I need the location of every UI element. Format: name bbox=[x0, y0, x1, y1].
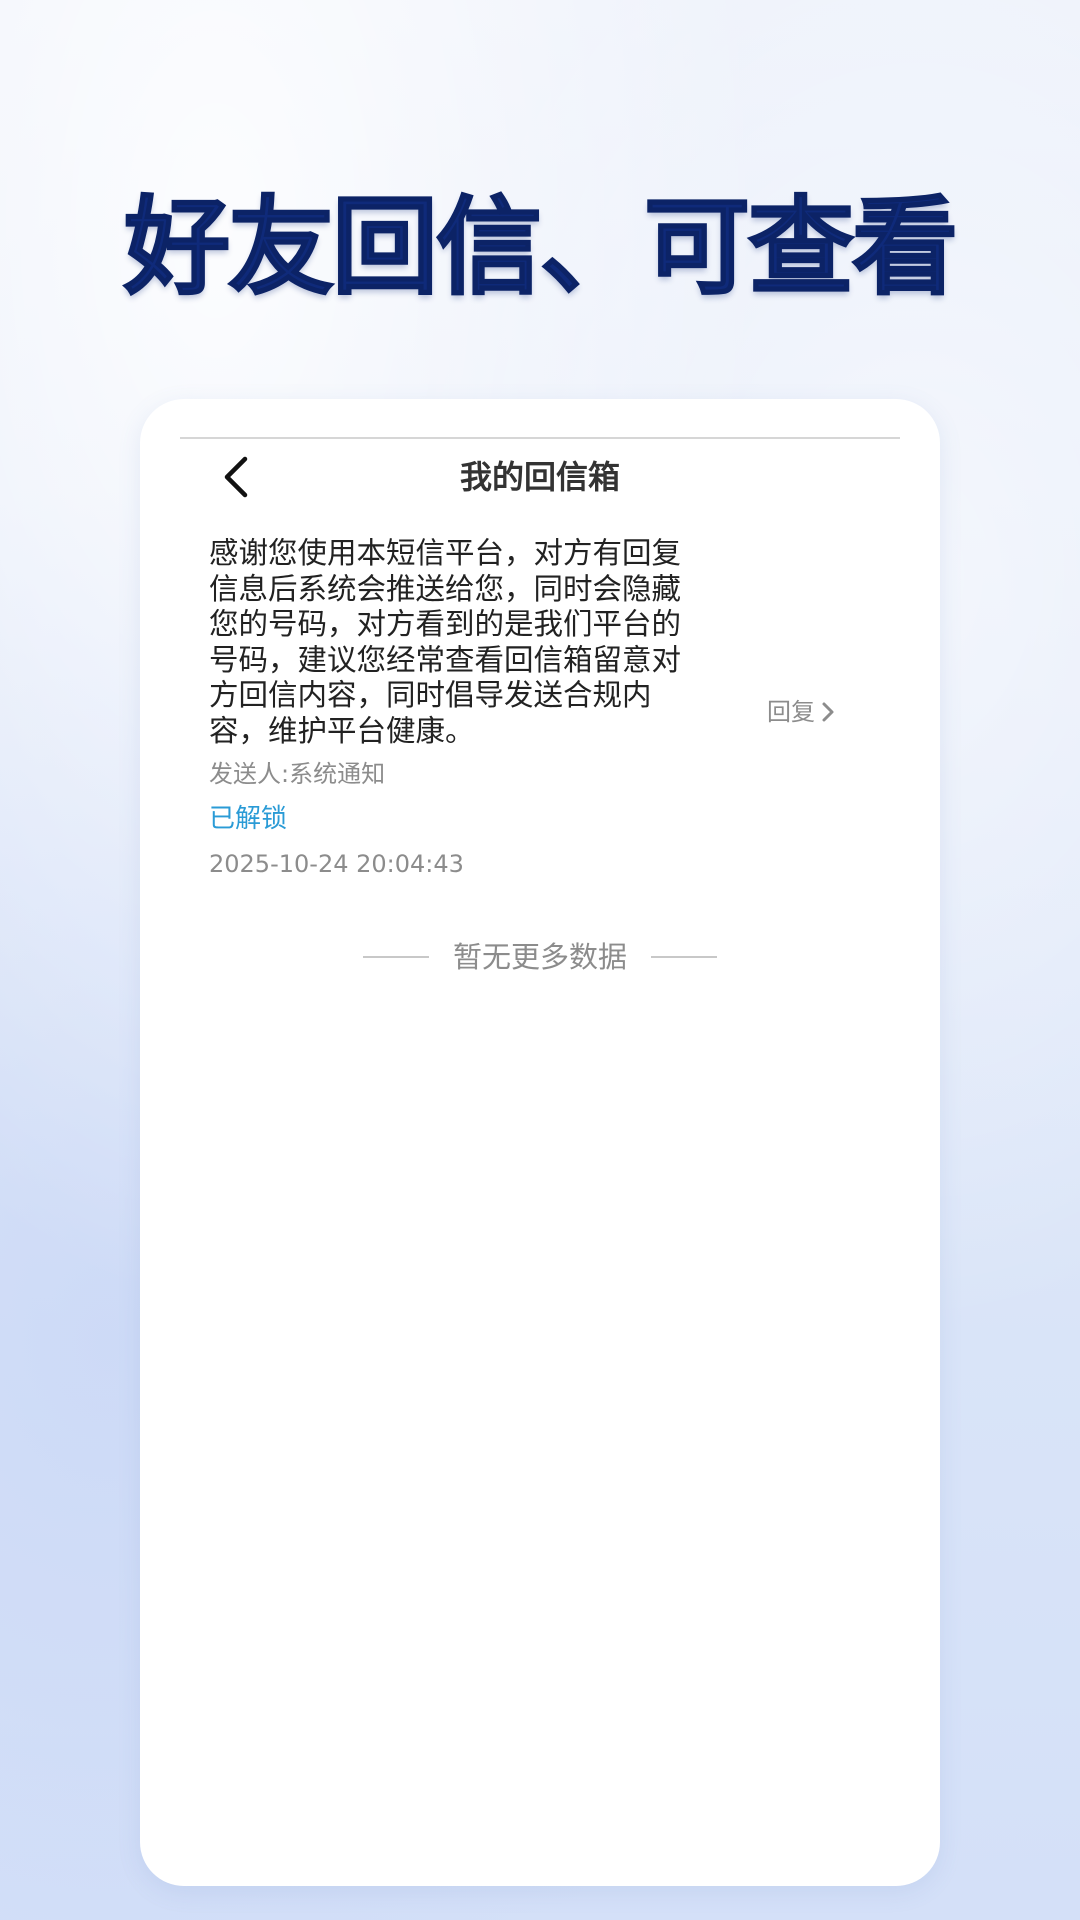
page-title: 我的回信箱 bbox=[459, 458, 620, 496]
hero-title: 好友回信、可查看 bbox=[123, 185, 959, 310]
chevron-right-icon bbox=[822, 702, 834, 722]
reply-label: 回复 bbox=[767, 698, 815, 726]
message-body: 感谢您使用本短信平台，对方有回复信息后系统会推送给您，同时会隐藏您的号码，对方看… bbox=[209, 536, 682, 748]
message-timestamp: 2025-10-24 20:04:43 bbox=[209, 850, 464, 878]
nav-bar: 我的回信箱 bbox=[140, 439, 940, 519]
unlock-status-badge: 已解锁 bbox=[209, 804, 288, 834]
end-divider-right bbox=[651, 956, 717, 958]
message-sender: 发送人:系统通知 bbox=[209, 760, 386, 788]
no-more-data-text: 暂无更多数据 bbox=[452, 940, 627, 974]
end-of-list: 暂无更多数据 bbox=[140, 937, 940, 977]
message-item[interactable]: 感谢您使用本短信平台，对方有回复信息后系统会推送给您，同时会隐藏您的号码，对方看… bbox=[209, 536, 889, 886]
end-divider-left bbox=[362, 956, 429, 958]
reply-button[interactable]: 回复 bbox=[767, 694, 835, 730]
inbox-card: 我的回信箱 感谢您使用本短信平台，对方有回复信息后系统会推送给您，同时会隐藏您的… bbox=[140, 399, 940, 1886]
